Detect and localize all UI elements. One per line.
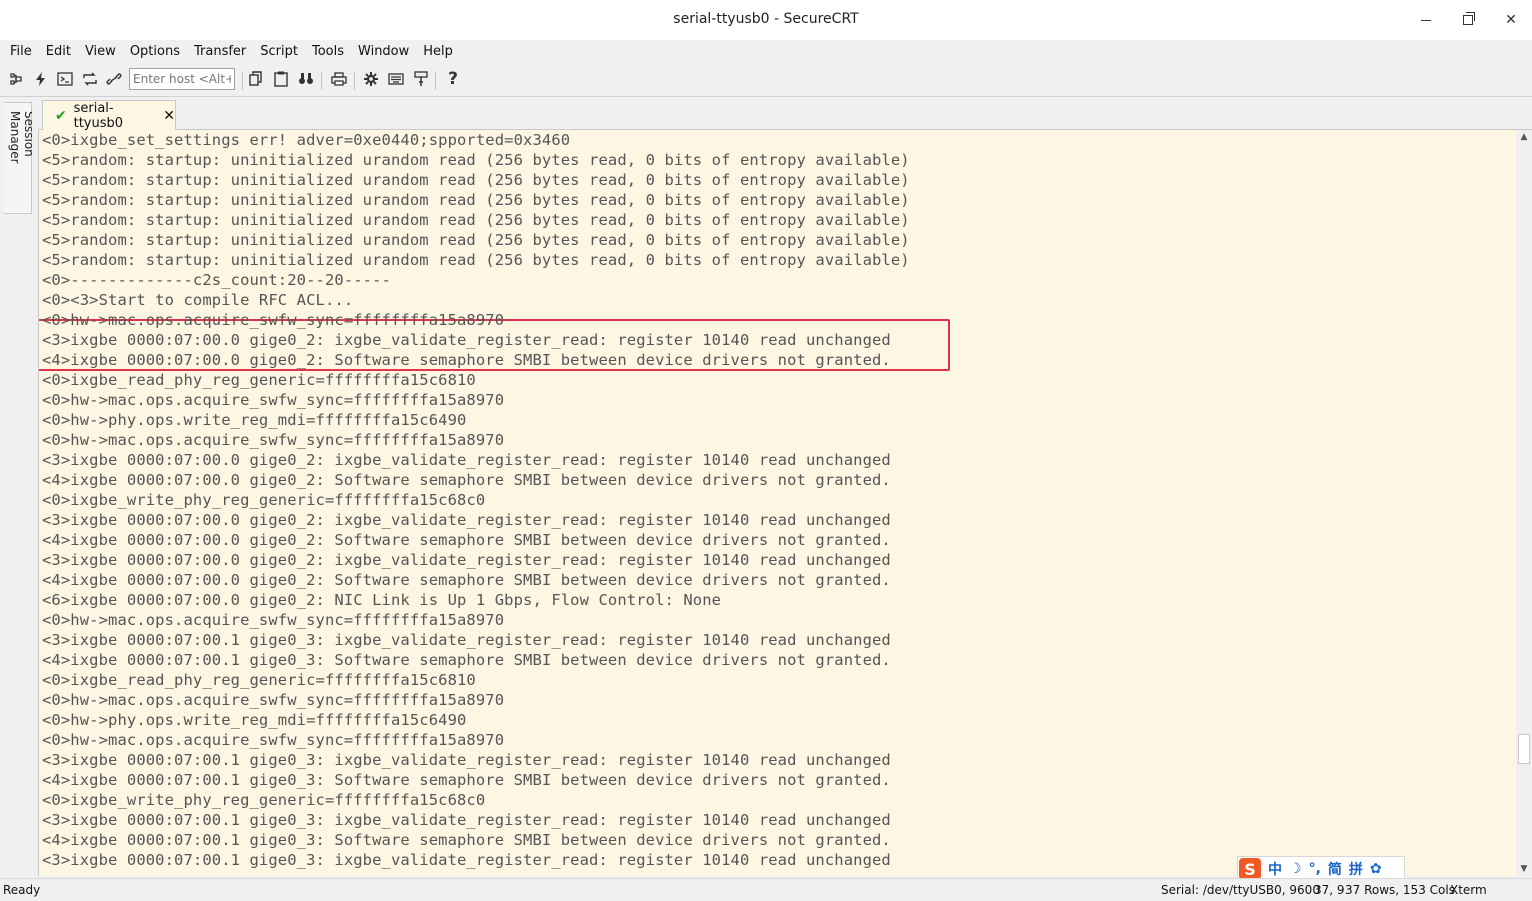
menu-window[interactable]: Window bbox=[351, 41, 416, 63]
menu-edit[interactable]: Edit bbox=[39, 41, 78, 63]
paste-icon[interactable] bbox=[272, 70, 290, 88]
terminal-line: <3>ixgbe 0000:07:00.0 gige0_2: ixgbe_val… bbox=[42, 551, 891, 569]
terminal-line: <0>hw->mac.ops.acquire_swfw_sync=fffffff… bbox=[42, 731, 505, 749]
terminal-line: <0>hw->mac.ops.acquire_swfw_sync=fffffff… bbox=[42, 311, 505, 329]
toolbar-separator bbox=[242, 72, 243, 90]
terminal-line: <3>ixgbe 0000:07:00.0 gige0_2: ixgbe_val… bbox=[42, 331, 891, 349]
sftp-icon[interactable] bbox=[412, 70, 430, 88]
terminal-line: <0>ixgbe_write_phy_reg_generic=ffffffffa… bbox=[42, 791, 486, 809]
session-tab-bar: ✔ serial-ttyusb0 ✕ bbox=[38, 98, 1532, 131]
toolbar: ? bbox=[0, 64, 1532, 97]
terminal-line: <4>ixgbe 0000:07:00.0 gige0_2: Software … bbox=[42, 471, 891, 489]
ime-chinese-mode[interactable]: 中 bbox=[1268, 859, 1282, 879]
help-icon[interactable]: ? bbox=[444, 69, 462, 89]
terminal-line: <0><3>Start to compile RFC ACL... bbox=[42, 291, 354, 309]
status-bar: Ready Serial: /dev/ttyUSB0, 9600 37, 9 3… bbox=[0, 878, 1532, 901]
terminal-line: <4>ixgbe 0000:07:00.1 gige0_3: Software … bbox=[42, 831, 891, 849]
toolbar-separator bbox=[321, 72, 322, 90]
terminal-line: <0>ixgbe_set_settings err! adver=0xe0440… bbox=[42, 131, 571, 149]
menu-tools[interactable]: Tools bbox=[305, 41, 351, 63]
terminal-line: <4>ixgbe 0000:07:00.0 gige0_2: Software … bbox=[42, 571, 891, 589]
menu-script[interactable]: Script bbox=[253, 41, 305, 63]
terminal-line: <5>random: startup: uninitialized urando… bbox=[42, 211, 910, 229]
terminal-line: <0>hw->mac.ops.acquire_swfw_sync=fffffff… bbox=[42, 391, 505, 409]
connect-icon[interactable] bbox=[7, 70, 25, 88]
terminal-line: <0>ixgbe_read_phy_reg_generic=ffffffffa1… bbox=[42, 671, 476, 689]
tab-serial-ttyusb0[interactable]: ✔ serial-ttyusb0 ✕ bbox=[42, 100, 176, 131]
minimize-icon bbox=[1421, 19, 1431, 21]
terminal-line: <0>hw->mac.ops.acquire_swfw_sync=fffffff… bbox=[42, 611, 505, 629]
menu-transfer[interactable]: Transfer bbox=[187, 41, 253, 63]
tab-label: serial-ttyusb0 bbox=[73, 100, 124, 131]
terminal-line: <3>ixgbe 0000:07:00.0 gige0_2: ixgbe_val… bbox=[42, 451, 891, 469]
terminal-line: <4>ixgbe 0000:07:00.0 gige0_2: Software … bbox=[42, 351, 891, 369]
terminal-line: <3>ixgbe 0000:07:00.1 gige0_3: ixgbe_val… bbox=[42, 631, 891, 649]
status-emulation: Xterm bbox=[1450, 883, 1487, 897]
find-icon[interactable] bbox=[297, 70, 315, 88]
ime-settings-icon[interactable]: ✿ bbox=[1370, 861, 1382, 877]
scroll-down-icon[interactable]: ▼ bbox=[1516, 862, 1532, 876]
menu-bar: File Edit View Options Transfer Script T… bbox=[0, 40, 1532, 64]
vertical-scrollbar[interactable]: ▲ ▼ bbox=[1516, 130, 1532, 876]
terminal-line: <0>hw->mac.ops.acquire_swfw_sync=fffffff… bbox=[42, 691, 505, 709]
menu-view[interactable]: View bbox=[78, 41, 123, 63]
window-title: serial-ttyusb0 - SecureCRT bbox=[673, 11, 859, 27]
terminal-output[interactable]: <0>ixgbe_set_settings err! adver=0xe0440… bbox=[38, 130, 1517, 876]
terminal-line: <0>-------------c2s_count:20--20----- bbox=[42, 271, 391, 289]
terminal-line: <6>ixgbe 0000:07:00.0 gige0_2: NIC Link … bbox=[42, 591, 722, 609]
terminal-line: <0>ixgbe_write_phy_reg_generic=ffffffffa… bbox=[42, 491, 486, 509]
restore-icon bbox=[1463, 12, 1475, 25]
keymap-icon[interactable] bbox=[387, 70, 405, 88]
ime-punctuation[interactable]: °, bbox=[1309, 861, 1321, 877]
terminal-line: <4>ixgbe 0000:07:00.1 gige0_3: Software … bbox=[42, 771, 891, 789]
connected-check-icon: ✔ bbox=[55, 107, 67, 124]
sogou-logo-icon[interactable]: S bbox=[1239, 858, 1261, 880]
terminal-line: <5>random: startup: uninitialized urando… bbox=[42, 191, 910, 209]
toolbar-separator bbox=[354, 72, 355, 90]
terminal-line: <3>ixgbe 0000:07:00.1 gige0_3: ixgbe_val… bbox=[42, 811, 891, 829]
terminal-line: <3>ixgbe 0000:07:00.1 gige0_3: ixgbe_val… bbox=[42, 751, 891, 769]
close-button[interactable]: ✕ bbox=[1498, 8, 1524, 32]
status-connection: Serial: /dev/ttyUSB0, 9600 bbox=[1161, 883, 1320, 897]
tab-close-icon[interactable]: ✕ bbox=[163, 108, 175, 124]
ime-moon-icon[interactable]: ☽ bbox=[1289, 861, 1302, 877]
host-input[interactable] bbox=[129, 68, 235, 90]
disconnect-icon[interactable] bbox=[105, 70, 123, 88]
terminal-line: <0>hw->phy.ops.write_reg_mdi=ffffffffa15… bbox=[42, 711, 467, 729]
minimize-button[interactable] bbox=[1413, 8, 1439, 32]
terminal-line: <4>ixgbe 0000:07:00.0 gige0_2: Software … bbox=[42, 531, 891, 549]
status-ready: Ready bbox=[3, 883, 41, 897]
menu-help[interactable]: Help bbox=[416, 41, 460, 63]
status-rows-cols: 37 Rows, 153 Cols bbox=[1345, 883, 1455, 897]
maximize-button[interactable] bbox=[1455, 8, 1481, 32]
session-manager-tab[interactable]: Session Manager bbox=[4, 102, 36, 214]
status-cursor: 37, 9 bbox=[1314, 883, 1345, 897]
terminal-line: <3>ixgbe 0000:07:00.1 gige0_3: ixgbe_val… bbox=[42, 851, 891, 869]
connect-in-tab-icon[interactable] bbox=[56, 70, 74, 88]
quick-connect-icon[interactable] bbox=[32, 70, 50, 88]
terminal-line: <0>hw->phy.ops.write_reg_mdi=ffffffffa15… bbox=[42, 411, 467, 429]
toolbar-separator bbox=[435, 72, 436, 90]
menu-options[interactable]: Options bbox=[123, 41, 187, 63]
terminal-line: <5>random: startup: uninitialized urando… bbox=[42, 171, 910, 189]
copy-icon[interactable] bbox=[247, 70, 265, 88]
ime-simplified[interactable]: 简 bbox=[1328, 859, 1342, 879]
scroll-thumb[interactable] bbox=[1518, 734, 1530, 764]
terminal-line: <5>random: startup: uninitialized urando… bbox=[42, 251, 910, 269]
terminal-line: <0>ixgbe_read_phy_reg_generic=ffffffffa1… bbox=[42, 371, 476, 389]
menu-file[interactable]: File bbox=[0, 41, 39, 63]
title-bar: serial-ttyusb0 - SecureCRT ✕ bbox=[0, 0, 1532, 40]
terminal-line: <0>hw->mac.ops.acquire_swfw_sync=fffffff… bbox=[42, 431, 505, 449]
terminal-line: <5>random: startup: uninitialized urando… bbox=[42, 151, 910, 169]
terminal-line: <5>random: startup: uninitialized urando… bbox=[42, 231, 910, 249]
settings-icon[interactable] bbox=[362, 70, 380, 88]
terminal-line: <3>ixgbe 0000:07:00.0 gige0_2: ixgbe_val… bbox=[42, 511, 891, 529]
scroll-up-icon[interactable]: ▲ bbox=[1516, 130, 1532, 144]
print-icon[interactable] bbox=[330, 70, 348, 88]
reconnect-icon[interactable] bbox=[81, 70, 99, 88]
ime-pinyin[interactable]: 拼 bbox=[1349, 859, 1363, 879]
terminal-line: <4>ixgbe 0000:07:00.1 gige0_3: Software … bbox=[42, 651, 891, 669]
